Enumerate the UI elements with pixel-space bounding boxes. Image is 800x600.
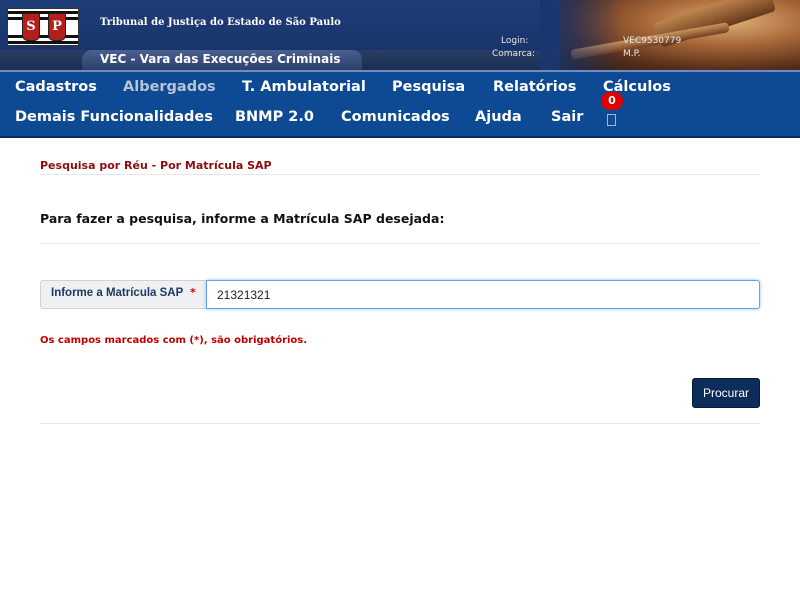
login-value: VEC9530779	[623, 36, 682, 46]
system-name: VEC - Vara das Execuções Criminais	[100, 52, 341, 66]
divider	[40, 174, 760, 175]
procurar-button[interactable]: Procurar	[692, 378, 760, 408]
nav-pesquisa[interactable]: Pesquisa	[392, 79, 465, 95]
nav-albergados[interactable]: Albergados	[123, 79, 216, 95]
nav-demais-funcionalidades[interactable]: Demais Funcionalidades	[15, 109, 213, 125]
court-logo: S P	[7, 8, 79, 46]
required-marker: *	[190, 286, 196, 299]
nav-comunicados[interactable]: Comunicados	[341, 109, 450, 125]
matricula-field-label: Informe a Matrícula SAP	[51, 287, 184, 299]
login-label: Login:	[501, 36, 529, 46]
comarca-value: M.P.	[623, 49, 641, 59]
divider	[40, 423, 760, 424]
main-navigation: Cadastros Albergados T. Ambulatorial Pes…	[0, 70, 800, 138]
nav-t-ambulatorial[interactable]: T. Ambulatorial	[242, 79, 366, 95]
nav-cadastros[interactable]: Cadastros	[15, 79, 97, 95]
comarca-label: Comarca:	[492, 49, 536, 59]
divider	[40, 243, 760, 244]
notification-badge[interactable]: 0	[601, 92, 623, 110]
court-name: Tribunal de Justiça do Estado de São Pau…	[100, 17, 341, 28]
search-instruction: Para fazer a pesquisa, informe a Matrícu…	[40, 211, 445, 226]
required-fields-note: Os campos marcados com (*), são obrigató…	[40, 335, 308, 346]
bell-icon[interactable]	[607, 114, 616, 126]
logo-shield-p: P	[48, 13, 66, 41]
nav-ajuda[interactable]: Ajuda	[475, 109, 522, 125]
matricula-sap-input[interactable]	[206, 280, 760, 309]
nav-bnmp[interactable]: BNMP 2.0	[235, 109, 314, 125]
nav-relatorios[interactable]: Relatórios	[493, 79, 576, 95]
section-title: Pesquisa por Réu - Por Matrícula SAP	[40, 159, 272, 172]
site-header: S P Tribunal de Justiça do Estado de São…	[0, 0, 800, 70]
logo-shield-s: S	[22, 13, 40, 41]
nav-sair[interactable]: Sair	[551, 109, 583, 125]
